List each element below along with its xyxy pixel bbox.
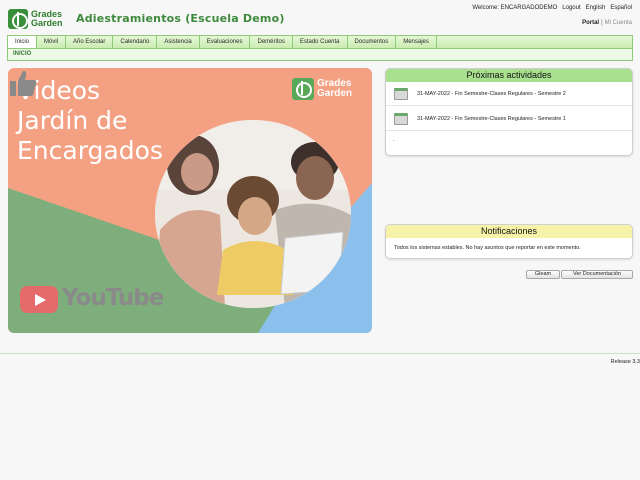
activity-text[interactable]: 31-MAY-2022 - Fin Semestre-Clases Regula… xyxy=(417,116,566,122)
release-version: Release 3.3 xyxy=(610,359,640,365)
english-link[interactable]: English xyxy=(586,5,606,11)
view-documentation-button[interactable]: Ver Documentación xyxy=(561,270,633,279)
upcoming-activities-panel: Próximas actividades 31-MAY-2022 - Fin S… xyxy=(385,68,633,156)
notifications-title: Notificaciones xyxy=(386,225,632,238)
banner-title-line-2: Jardín de xyxy=(17,106,128,135)
nav-calendario[interactable]: Calendario xyxy=(113,36,158,48)
banner-title-line-1: Videos xyxy=(17,76,101,105)
link-separator: | xyxy=(601,20,603,26)
top-links: Welcome: ENCARGADODEMO Logout English Es… xyxy=(472,5,632,11)
breadcrumb: INICIO xyxy=(13,51,32,57)
nav-demeritos[interactable]: Deméritos xyxy=(250,36,293,48)
family-photo xyxy=(155,120,351,308)
espanol-link[interactable]: Español xyxy=(610,5,632,11)
banner-title: Videos Jardín de Encargados xyxy=(17,76,163,166)
logout-link[interactable]: Logout xyxy=(562,5,580,11)
nav-inicio[interactable]: Inicio xyxy=(8,36,38,48)
nav-mensajes[interactable]: Mensajes xyxy=(396,36,437,48)
footer-divider xyxy=(0,353,640,354)
nav-ano-escolar[interactable]: Año Escolar xyxy=(66,36,114,48)
nav-documentos[interactable]: Documentos xyxy=(348,36,397,48)
portal-link[interactable]: Portal xyxy=(582,20,599,26)
banner-title-line-3: Encargados xyxy=(17,136,163,165)
activities-title: Próximas actividades xyxy=(386,69,632,82)
nav-asistencia[interactable]: Asistencia xyxy=(157,36,200,48)
logo-text: Grades Garden xyxy=(31,10,63,28)
globe-icon xyxy=(292,78,314,100)
banner-logo-line-2: Garden xyxy=(317,88,353,99)
nav-estado-cuenta[interactable]: Estado Cuenta xyxy=(293,36,348,48)
grades-garden-logo[interactable]: Grades Garden xyxy=(8,8,66,30)
notifications-panel: Notificaciones Todos los sistemas establ… xyxy=(385,224,633,259)
youtube-wordmark: YouTube xyxy=(62,285,164,311)
youtube-play-icon xyxy=(20,286,58,313)
mi-cuenta-link[interactable]: Mi Cuenta xyxy=(605,20,632,26)
nav-evaluaciones[interactable]: Evaluaciones xyxy=(200,36,251,48)
welcome-text: Welcome: ENCARGADODEMO xyxy=(472,5,558,11)
portal-links: Portal | Mi Cuenta xyxy=(582,20,632,26)
calendar-icon xyxy=(394,113,408,125)
gleam-button[interactable]: Gleam xyxy=(526,270,560,279)
videos-banner[interactable]: Videos Jardín de Encargados Grades Garde… xyxy=(8,68,372,333)
activity-row[interactable]: 31-MAY-2022 - Fin Semestre-Clases Regula… xyxy=(386,82,632,106)
nav-movil[interactable]: Móvil xyxy=(37,36,67,48)
breadcrumb-bar: INICIO xyxy=(7,49,633,61)
logo-line-2: Garden xyxy=(31,18,63,28)
activities-footer-dot: . xyxy=(393,137,395,143)
calendar-icon xyxy=(394,88,408,100)
banner-logo-text: Grades Garden xyxy=(317,79,352,99)
activity-text[interactable]: 31-MAY-2022 - Fin Semestre-Clases Regula… xyxy=(417,91,566,97)
notification-message: Todos los sistemas estables. No hay asun… xyxy=(394,245,581,251)
main-nav: Inicio Móvil Año Escolar Calendario Asis… xyxy=(7,35,633,49)
activity-row[interactable]: 31-MAY-2022 - Fin Semestre-Clases Regula… xyxy=(386,107,632,131)
thumbs-up-icon xyxy=(10,70,37,96)
family-photo-illustration xyxy=(155,120,351,308)
site-title: Adiestramientos (Escuela Demo) xyxy=(76,12,285,25)
globe-icon xyxy=(8,9,28,29)
banner-logo: Grades Garden xyxy=(292,78,352,100)
